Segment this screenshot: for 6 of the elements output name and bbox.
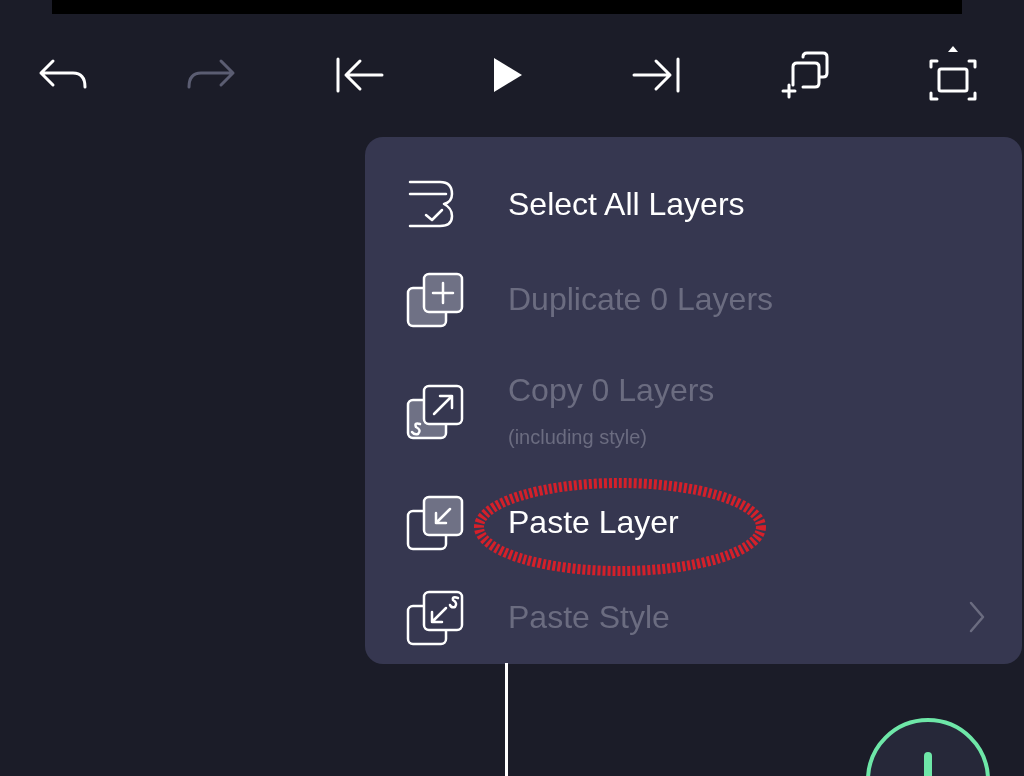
- menu-item[interactable]: Select All Layers: [365, 157, 1022, 252]
- menu-item-label: Paste Layer: [508, 503, 680, 543]
- menu-item-label: Select All Layers: [508, 185, 746, 225]
- plus-icon: [924, 752, 932, 776]
- chevron-right-icon: [968, 599, 986, 634]
- menu-item[interactable]: Paste Layer: [365, 475, 1022, 570]
